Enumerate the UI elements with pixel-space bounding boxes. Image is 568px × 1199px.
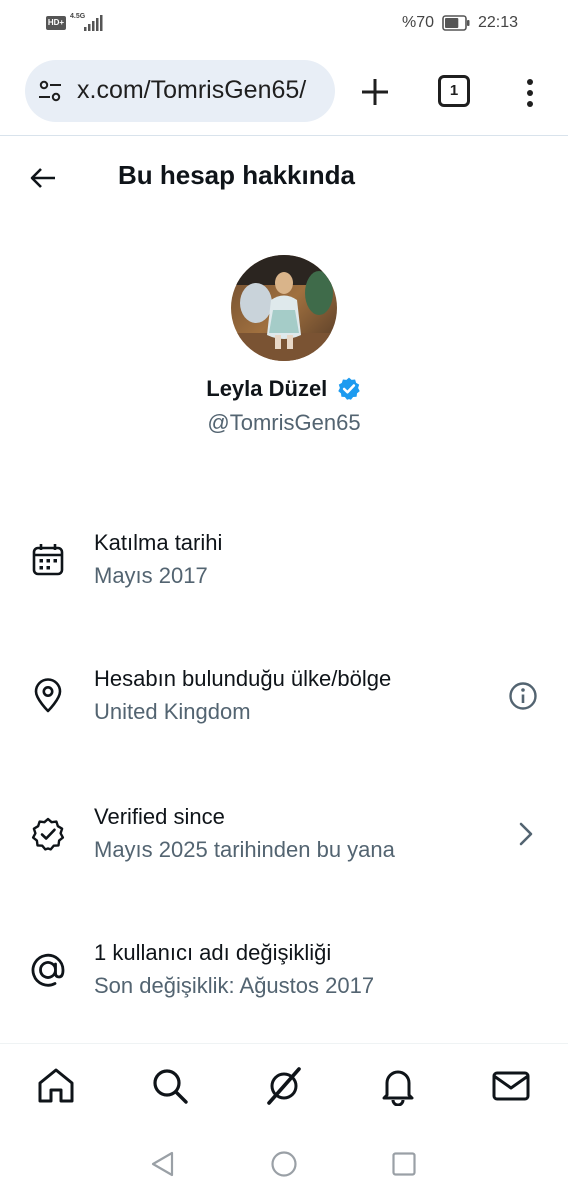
verified-since-label: Verified since xyxy=(94,804,225,829)
battery-percent: %70 xyxy=(402,14,435,31)
browser-toolbar: x.com/TomrisGen65/ 1 xyxy=(0,48,568,136)
verified-since-value: Mayıs 2025 tarihinden bu yana xyxy=(94,837,395,862)
username-changes-value: Son değişiklik: Ağustos 2017 xyxy=(94,973,375,998)
tabs-icon[interactable]: 1 xyxy=(438,75,470,107)
url-text[interactable]: x.com/TomrisGen65/ xyxy=(77,76,306,105)
verified-badge-icon[interactable] xyxy=(336,376,362,402)
grok-icon[interactable] xyxy=(264,1066,304,1106)
recents-square-icon[interactable] xyxy=(389,1149,419,1179)
battery-icon xyxy=(442,15,470,31)
account-location-label: Hesabın bulunduğu ülke/bölge xyxy=(94,666,392,691)
back-arrow-icon[interactable] xyxy=(28,163,58,193)
join-date-label: Katılma tarihi xyxy=(94,530,223,555)
system-navigation xyxy=(0,1133,568,1199)
status-bar: HD+ 4.5G %70 22:13 xyxy=(0,0,568,48)
username-changes-label: 1 kullanıcı adı değişikliği xyxy=(94,940,332,965)
user-handle: @TomrisGen65 xyxy=(207,410,361,435)
verified-since-row[interactable]: Verified since Mayıs 2025 tarihinden bu … xyxy=(0,794,568,874)
location-pin-icon xyxy=(34,678,62,713)
home-circle-icon[interactable] xyxy=(269,1149,299,1179)
notifications-icon[interactable] xyxy=(378,1066,418,1106)
tune-icon[interactable] xyxy=(37,79,63,103)
search-icon[interactable] xyxy=(150,1066,190,1106)
hd-badge: HD+ xyxy=(46,16,66,30)
bottom-navigation xyxy=(0,1043,568,1133)
info-icon[interactable] xyxy=(507,680,539,712)
join-date-value: Mayıs 2017 xyxy=(94,563,208,588)
screen: HD+ 4.5G %70 22:13 x.com/TomrisGen65/ 1 … xyxy=(0,0,568,1199)
at-sign-icon xyxy=(31,953,65,987)
page-title: Bu hesap hakkında xyxy=(118,160,355,190)
more-vert-icon[interactable] xyxy=(520,78,540,108)
join-date-row: Katılma tarihi Mayıs 2017 xyxy=(0,520,568,600)
messages-icon[interactable] xyxy=(491,1066,531,1106)
avatar[interactable] xyxy=(231,255,337,361)
calendar-icon xyxy=(32,544,64,576)
verified-outline-icon xyxy=(31,817,65,851)
back-triangle-icon[interactable] xyxy=(148,1149,178,1179)
chevron-right-icon[interactable] xyxy=(510,818,542,850)
display-name-row: Leyla Düzel xyxy=(0,376,568,406)
plus-icon[interactable] xyxy=(358,75,392,109)
account-location-row: Hesabın bulunduğu ülke/bölge United King… xyxy=(0,656,568,736)
display-name: Leyla Düzel xyxy=(206,376,328,401)
clock: 22:13 xyxy=(478,14,519,31)
home-icon[interactable] xyxy=(36,1066,76,1106)
address-bar[interactable]: x.com/TomrisGen65/ xyxy=(25,60,335,122)
signal-icon xyxy=(84,15,103,31)
username-changes-row: 1 kullanıcı adı değişikliği Son değişikl… xyxy=(0,930,568,1010)
account-location-value: United Kingdom xyxy=(94,699,251,724)
